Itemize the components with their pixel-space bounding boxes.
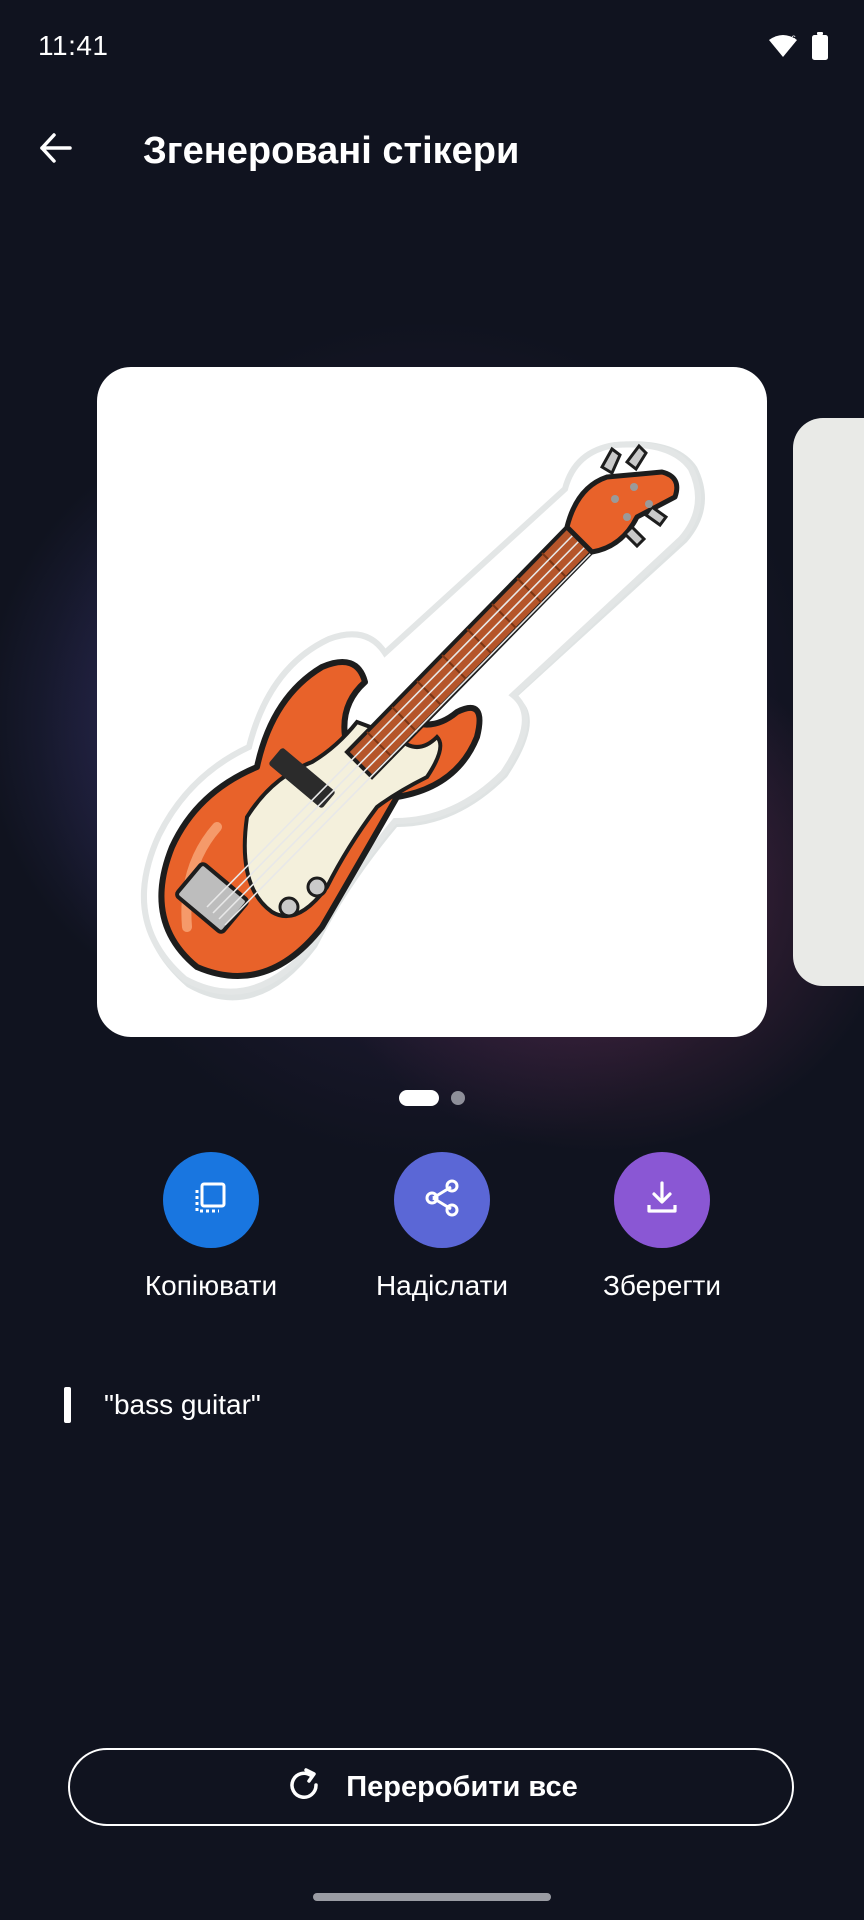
pager-dot-active <box>399 1090 439 1106</box>
download-icon <box>641 1177 683 1224</box>
carousel-pager <box>0 1090 864 1106</box>
battery-icon <box>812 32 828 65</box>
share-label: Надіслати <box>375 1270 509 1301</box>
sticker-card[interactable] <box>97 367 767 1037</box>
home-indicator[interactable] <box>313 1893 551 1901</box>
arrow-left-icon <box>38 130 74 171</box>
back-button[interactable] <box>28 122 84 178</box>
save-button[interactable]: Зберегти <box>572 1152 752 1302</box>
copy-label: Копіювати <box>144 1270 278 1301</box>
save-button-circle <box>614 1152 710 1248</box>
copy-icon <box>191 1178 231 1223</box>
network-badge: 6 <box>791 34 796 44</box>
bass-guitar-sticker-image <box>140 441 706 1001</box>
copy-button[interactable]: Копіювати <box>121 1152 301 1302</box>
status-time: 11:41 <box>38 30 109 61</box>
page-title: Згенеровані стікери <box>143 130 520 172</box>
share-button[interactable]: Надіслати <box>352 1152 532 1302</box>
regenerate-label: Переробити все <box>346 1770 578 1803</box>
pager-dot <box>451 1091 465 1105</box>
status-icons: 6 <box>768 32 828 65</box>
copy-button-circle <box>163 1152 259 1248</box>
share-icon <box>421 1177 463 1224</box>
save-label: Зберегти <box>602 1270 722 1301</box>
regenerate-all-button[interactable]: Переробити все <box>68 1748 794 1826</box>
prompt-quote-bar <box>64 1387 71 1423</box>
sticker-results-screen: 11:41 6 Згенеровані стікери Копіювати На… <box>0 0 864 1920</box>
wifi-icon: 6 <box>768 33 798 64</box>
next-sticker-card[interactable] <box>793 418 864 986</box>
share-button-circle <box>394 1152 490 1248</box>
refresh-icon <box>284 1765 324 1810</box>
prompt-text: "bass guitar" <box>104 1389 261 1420</box>
